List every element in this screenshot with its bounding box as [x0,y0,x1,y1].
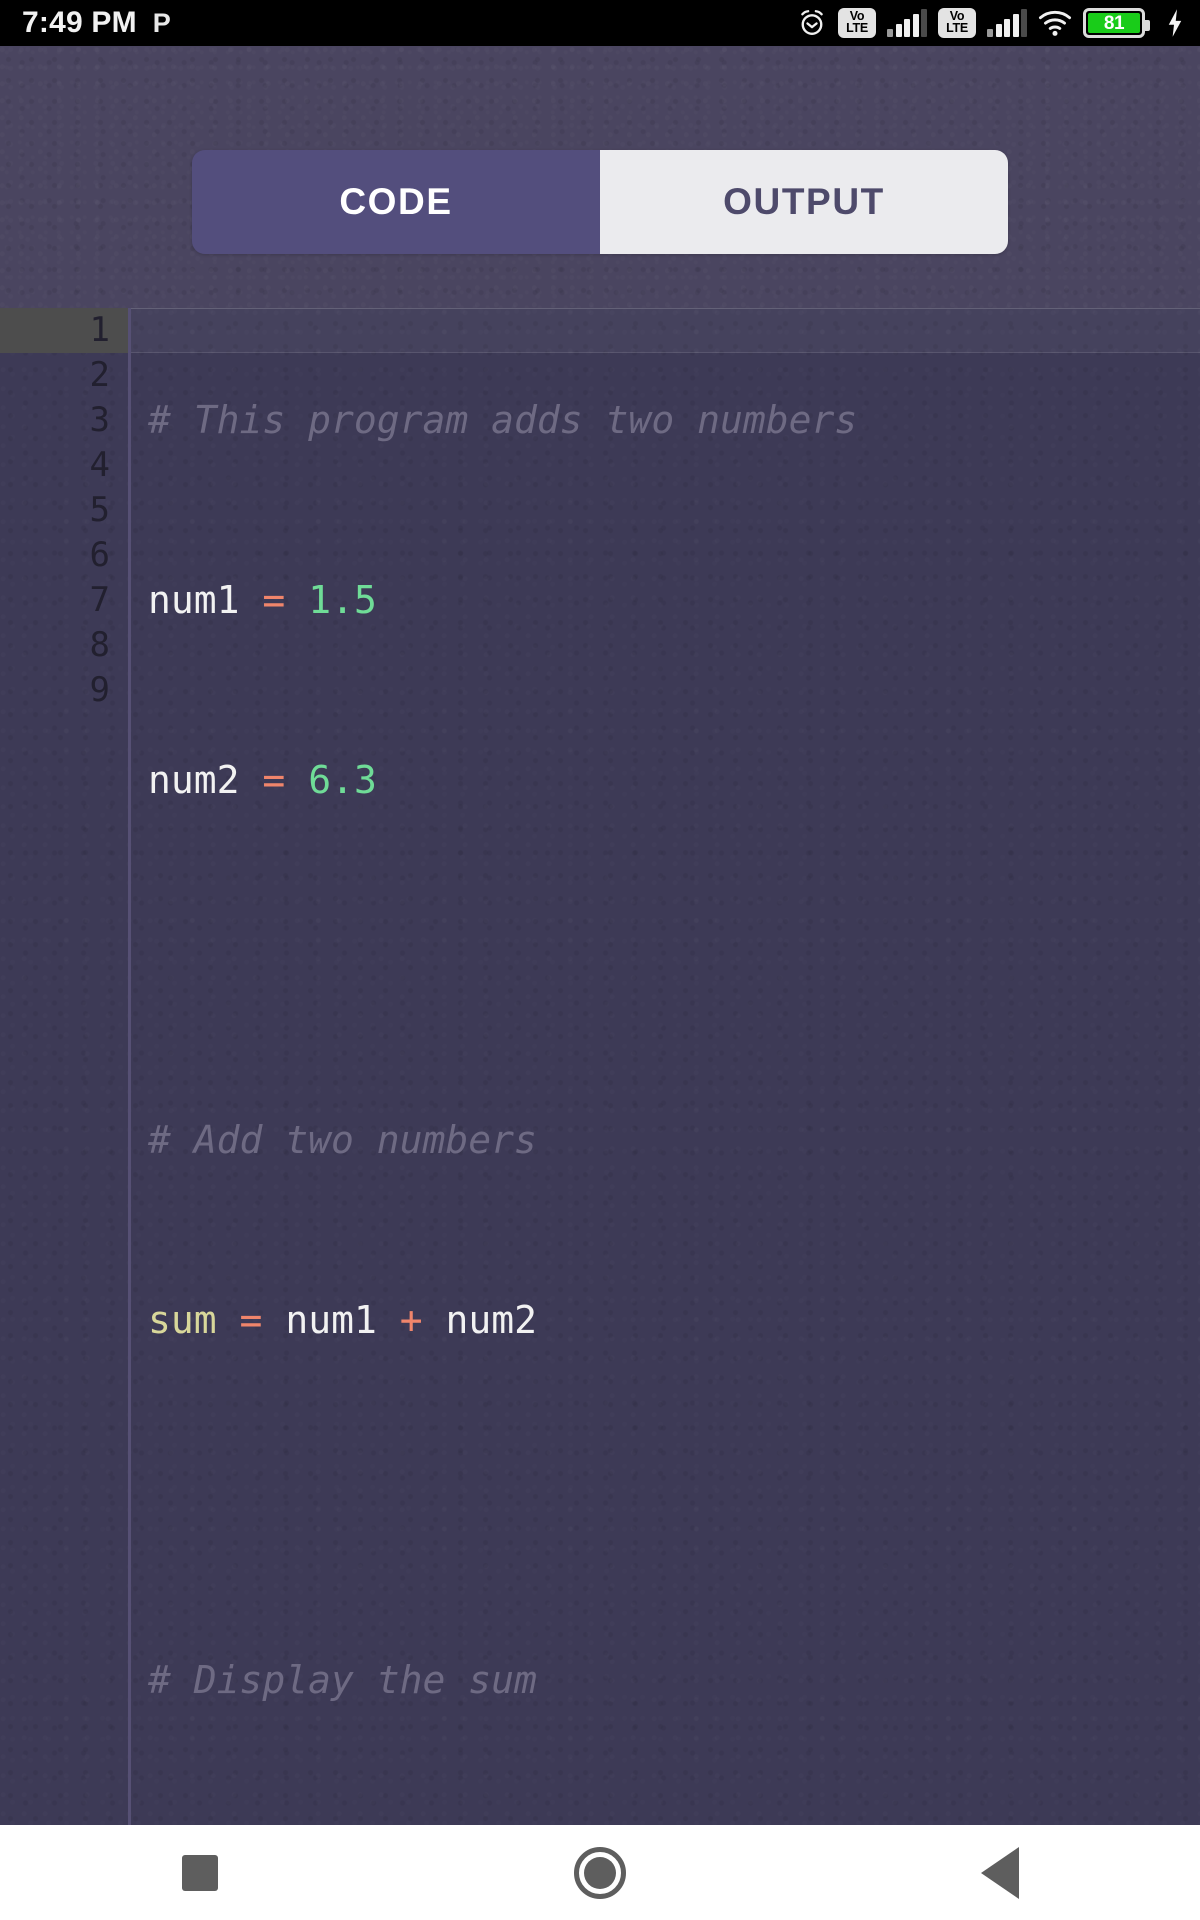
comment-token: # Add two numbers [148,1118,537,1162]
code-line-8: # Display the sum [148,1658,1200,1703]
comment-token: # Display the sum [148,1658,537,1702]
operator-token: = [262,758,286,802]
line-number: 1 [89,310,110,350]
line-number: 4 [89,445,110,485]
line-numbers: 1 2 3 4 5 6 7 8 9 [0,308,110,713]
operator-token: + [399,1298,423,1342]
triangle-left-icon [981,1846,1019,1899]
volte-badge-sim2: Vo LTE [938,8,976,38]
identifier-token: num2 [445,1298,538,1342]
battery-percent-label: 81 [1103,12,1125,34]
code-line-5: # Add two numbers [148,1118,1200,1163]
code-line-2: num1 = 1.5 [148,578,1200,623]
nav-recents-button[interactable] [0,1854,400,1891]
number-token: 6.3 [308,758,377,802]
android-nav-bar [0,1825,1200,1920]
status-bar-icons: Vo LTE Vo LTE 81 [797,8,1186,38]
comment-token: # This program adds two numbers [148,398,858,442]
square-icon [182,1854,218,1891]
code-line-1: # This program adds two numbers [148,398,1200,443]
line-number: 5 [89,490,110,530]
gutter-divider [128,308,131,1825]
nav-back-button[interactable] [800,1846,1200,1899]
tab-code[interactable]: CODE [192,150,600,254]
volte-badge-sim1: Vo LTE [838,8,876,38]
operator-token: = [262,578,286,622]
tab-bar: CODE OUTPUT [192,150,1008,254]
identifier-token: num1 [285,1298,377,1342]
tab-output[interactable]: OUTPUT [600,150,1008,254]
wifi-icon [1038,10,1072,36]
tab-output-label: OUTPUT [723,181,885,222]
line-number: 3 [89,400,110,440]
line-number: 2 [89,355,110,395]
alarm-clock-icon [801,10,823,35]
app-header: CODE OUTPUT [0,46,1200,308]
nav-home-button[interactable] [400,1846,800,1899]
volte-bottom-text: LTE [846,21,868,35]
status-bar-clock: 7:49 PM [22,6,137,39]
number-token: 1.5 [308,578,377,622]
signal-bars-sim1 [887,8,927,37]
identifier-token: num2 [148,758,240,802]
line-number: 6 [89,535,110,575]
signal-bars-sim2 [987,8,1027,37]
status-bar: 7:49 PM P Vo LTE Vo LTE 81 [0,0,1200,46]
line-number: 7 [89,580,110,620]
pocket-app-icon: P [152,7,171,38]
volte-bottom-text-2: LTE [946,21,968,35]
line-number: 8 [89,625,110,665]
circle-icon [574,1846,626,1899]
builtin-token: sum [148,1298,217,1342]
line-number: 9 [89,670,110,710]
lightning-bolt-icon [1168,9,1182,37]
code-content[interactable]: # This program adds two numbers num1 = 1… [148,308,1200,1825]
tab-code-label: CODE [339,181,453,222]
battery-icon: 81 [1083,8,1150,38]
identifier-token: num1 [148,578,240,622]
code-line-6: sum = num1 + num2 [148,1298,1200,1343]
code-line-3: num2 = 6.3 [148,758,1200,803]
battery-fill: 81 [1088,13,1140,33]
operator-token: = [239,1298,263,1342]
phone-screen: 7:49 PM P Vo LTE Vo LTE 81 CODE OUTPUT 1… [0,0,1200,1920]
code-editor[interactable]: 1 2 3 4 5 6 7 8 9 # This program adds tw… [0,308,1200,1825]
